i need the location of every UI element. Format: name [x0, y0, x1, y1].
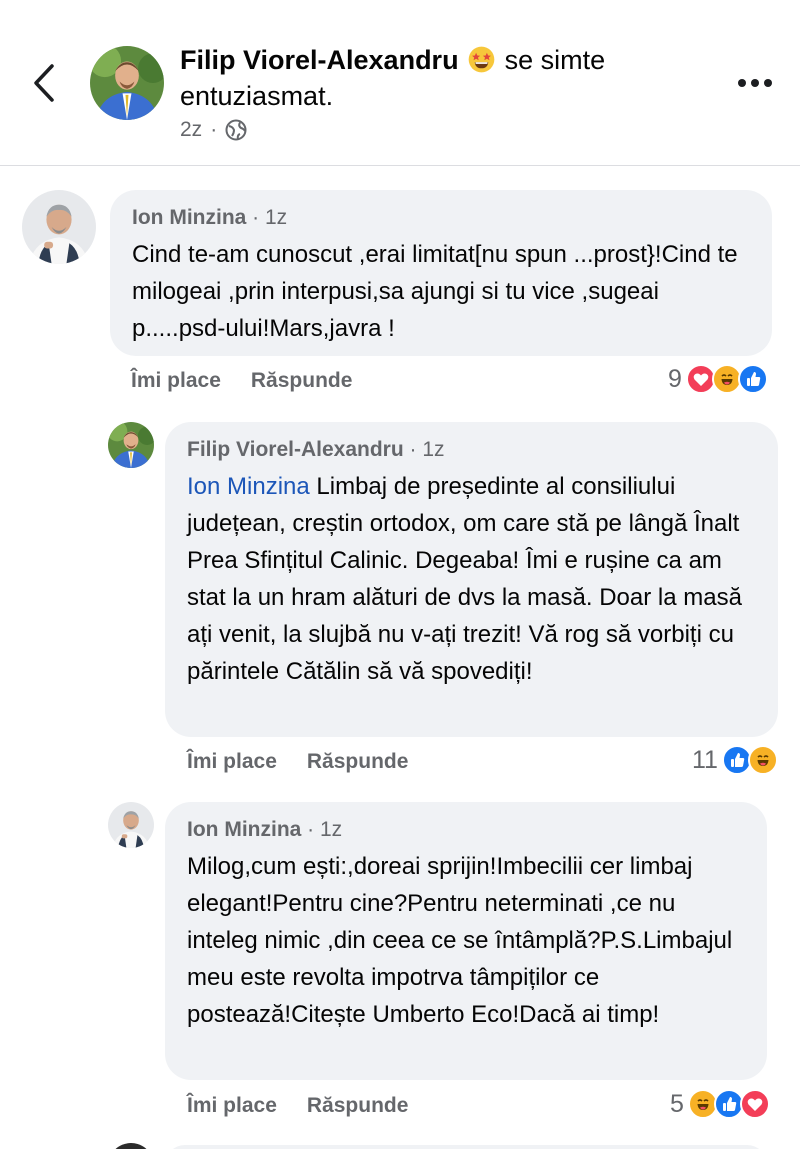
comment-text: Cind te-am cunoscut ,erai limitat[nu spu…: [132, 241, 738, 342]
comment-time[interactable]: · 1z: [410, 438, 445, 461]
like-icon: [737, 364, 768, 394]
reply-comment-button[interactable]: Răspunde: [251, 369, 353, 393]
comment-actions: Îmi place Răspunde: [187, 750, 408, 774]
comment-reactions[interactable]: 11: [692, 745, 778, 775]
comment-reactions[interactable]: 5: [670, 1089, 770, 1119]
comment-actions: Îmi place Răspunde: [187, 1094, 408, 1118]
commenter-avatar[interactable]: [108, 1143, 154, 1149]
post-time[interactable]: 2z: [180, 118, 202, 142]
like-comment-button[interactable]: Îmi place: [187, 750, 277, 774]
post-author-name[interactable]: Filip Viorel-Alexandru: [180, 45, 459, 75]
back-button[interactable]: [22, 58, 66, 108]
comment-bubble: [165, 1145, 767, 1149]
more-options-button[interactable]: [735, 68, 775, 98]
commenter-avatar[interactable]: [108, 802, 154, 848]
comment-text: Ion Minzina Limbaj de președinte al cons…: [187, 468, 756, 690]
comment-time[interactable]: · 1z: [307, 818, 342, 841]
comment-actions: Îmi place Răspunde: [131, 369, 352, 393]
comment-bubble: Filip Viorel-Alexandru · 1z Ion Minzina …: [165, 422, 778, 737]
reply-comment-button[interactable]: Răspunde: [307, 750, 409, 774]
chevron-left-icon: [34, 64, 54, 102]
mention-link[interactable]: Ion Minzina: [187, 473, 310, 500]
post-meta: 2z ·: [180, 118, 247, 142]
comment-text: Milog,cum ești:,doreai sprijin!Imbecilii…: [187, 853, 733, 1028]
like-comment-button[interactable]: Îmi place: [187, 1094, 277, 1118]
comment-author[interactable]: Ion Minzina: [132, 206, 246, 229]
comment-body: Limbaj de președinte al consiliului jude…: [187, 473, 742, 685]
comment-time[interactable]: · 1z: [252, 206, 287, 229]
post-headline: Filip Viorel-Alexandru se simte entuzias…: [180, 42, 710, 114]
author-avatar[interactable]: [90, 46, 164, 120]
haha-icon: [747, 745, 778, 775]
globe-icon: [225, 119, 247, 141]
comment-author[interactable]: Ion Minzina: [187, 818, 301, 841]
more-horizontal-icon: [738, 79, 746, 87]
comment-bubble: Ion Minzina · 1z Milog,cum ești:,doreai …: [165, 802, 767, 1080]
reaction-count: 11: [692, 745, 718, 774]
star-struck-emoji-icon: [468, 46, 495, 73]
reaction-count: 5: [670, 1089, 684, 1118]
comment-reactions[interactable]: 9: [668, 364, 768, 394]
comment-author[interactable]: Filip Viorel-Alexandru: [187, 438, 404, 461]
like-comment-button[interactable]: Îmi place: [131, 369, 221, 393]
commenter-avatar[interactable]: [22, 190, 96, 264]
reply-comment-button[interactable]: Răspunde: [307, 1094, 409, 1118]
comment-bubble: Ion Minzina · 1z Cind te-am cunoscut ,er…: [110, 190, 772, 356]
meta-separator: ·: [210, 118, 218, 141]
post-header: Filip Viorel-Alexandru se simte entuzias…: [0, 0, 800, 166]
reaction-count: 9: [668, 364, 682, 393]
commenter-avatar[interactable]: [108, 422, 154, 468]
love-icon: [739, 1089, 770, 1119]
